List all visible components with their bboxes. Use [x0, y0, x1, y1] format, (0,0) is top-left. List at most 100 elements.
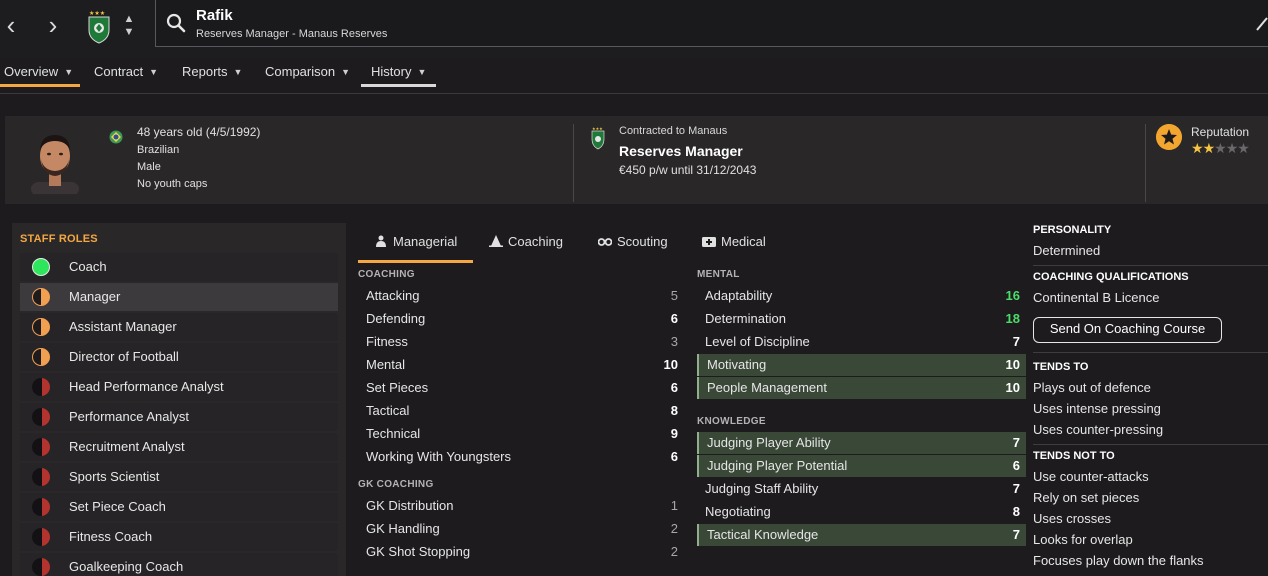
edit-pencil-icon[interactable]	[1254, 14, 1268, 32]
staff-role-row[interactable]: Recruitment Analyst	[20, 433, 338, 461]
person-nationality[interactable]: Brazilian	[137, 144, 179, 156]
attribute-value: 6	[1012, 458, 1020, 473]
personality-value: Determined	[1033, 243, 1101, 258]
staff-role-row[interactable]: Goalkeeping Coach	[20, 553, 338, 576]
attribute-name: Negotiating	[705, 504, 771, 519]
attribute-value: 7	[1012, 435, 1020, 450]
send-on-coaching-course-button[interactable]: Send On Coaching Course	[1033, 317, 1222, 343]
staff-role-row[interactable]: Fitness Coach	[20, 523, 338, 551]
club-crest-icon[interactable]: ★★★	[86, 8, 112, 44]
role-suitability-icon	[32, 318, 50, 336]
attribute-value: 3	[670, 334, 678, 349]
attr-tab-managerial[interactable]: Managerial	[374, 234, 457, 254]
person-search-box[interactable]: Rafik Reserves Manager - Manaus Reserves	[155, 0, 1268, 47]
forward-arrow-icon[interactable]: ›	[42, 12, 64, 40]
club-crest-small-icon[interactable]: ★★★	[591, 126, 605, 150]
attribute-row[interactable]: Attacking 5	[358, 285, 684, 307]
person-overview-panel: 48 years old (4/5/1992) Brazilian Male N…	[5, 116, 1268, 204]
staff-role-row[interactable]: Assistant Manager	[20, 313, 338, 341]
star-empty-icon: ★	[1237, 140, 1250, 156]
attribute-row[interactable]: Set Pieces 6	[358, 377, 684, 399]
attribute-row[interactable]: Motivating 10	[697, 354, 1026, 376]
attribute-row[interactable]: Judging Player Ability 7	[697, 432, 1026, 454]
attribute-row[interactable]: GK Handling 2	[358, 518, 684, 540]
staff-role-row[interactable]: Director of Football	[20, 343, 338, 371]
tends-to-title: TENDS TO	[1033, 361, 1089, 373]
search-icon	[166, 13, 186, 33]
attribute-name: Defending	[366, 311, 426, 326]
tab-contract[interactable]: Contract ▼	[94, 62, 158, 90]
staff-role-row[interactable]: Manager	[20, 283, 338, 311]
main-tabs: Overview ▼ Contract ▼ Reports ▼ Comparison ▼…	[0, 58, 1268, 94]
attr-tab-scouting[interactable]: Scouting	[598, 234, 668, 254]
attribute-value: 5	[670, 288, 678, 303]
divider	[1033, 265, 1268, 266]
staff-role-row[interactable]: Head Performance Analyst	[20, 373, 338, 401]
staff-role-row[interactable]: Performance Analyst	[20, 403, 338, 431]
staff-role-row[interactable]: Set Piece Coach	[20, 493, 338, 521]
attribute-value: 10	[1005, 357, 1020, 372]
attribute-value: 7	[1012, 481, 1020, 496]
chevron-down-icon: ▼	[341, 67, 351, 77]
attribute-name: GK Handling	[366, 521, 440, 536]
attribute-value: 8	[1012, 504, 1020, 519]
attribute-row[interactable]: Adaptability 16	[697, 285, 1026, 307]
attribute-row[interactable]: Technical 9	[358, 423, 684, 445]
attribute-row[interactable]: Defending 6	[358, 308, 684, 330]
staff-role-label: Sports Scientist	[69, 469, 160, 484]
role-suitability-icon	[32, 438, 50, 456]
star-filled-icon: ★	[1202, 140, 1216, 156]
previous-up-icon[interactable]: ▲	[123, 13, 135, 25]
attribute-row[interactable]: People Management 10	[697, 377, 1026, 399]
attribute-row[interactable]: Mental 10	[358, 354, 684, 376]
attribute-name: Mental	[366, 357, 406, 372]
staff-role-label: Goalkeeping Coach	[69, 559, 184, 574]
person-caps: No youth caps	[137, 178, 208, 190]
role-suitability-icon	[32, 408, 50, 426]
binoculars-icon	[598, 238, 612, 246]
attribute-value: 2	[670, 521, 678, 536]
attribute-name: Fitness	[366, 334, 408, 349]
attribute-value: 10	[663, 357, 678, 372]
attribute-row[interactable]: Determination 18	[697, 308, 1026, 330]
reputation-label: Reputation	[1191, 125, 1250, 139]
attribute-row[interactable]: Judging Staff Ability 7	[697, 478, 1026, 500]
attribute-row[interactable]: Level of Discipline 7	[697, 331, 1026, 353]
role-suitability-icon	[32, 348, 50, 366]
attribute-row[interactable]: Tactical Knowledge 7	[697, 524, 1026, 546]
staff-role-label: Performance Analyst	[69, 409, 189, 424]
medical-kit-icon	[702, 237, 716, 247]
attr-tab-medical[interactable]: Medical	[702, 234, 766, 254]
attribute-value: 18	[1005, 311, 1020, 326]
attribute-row[interactable]: Tactical 8	[358, 400, 684, 422]
star-empty-icon: ★	[1214, 140, 1227, 156]
person-portrait	[25, 126, 85, 194]
attribute-row[interactable]: GK Distribution 1	[358, 495, 684, 517]
role-suitability-icon	[32, 498, 50, 516]
back-arrow-icon[interactable]: ‹	[0, 12, 22, 40]
attribute-row[interactable]: Negotiating 8	[697, 501, 1026, 523]
tab-label: Contract	[94, 64, 144, 79]
next-down-icon[interactable]: ▼	[123, 26, 135, 38]
attribute-row[interactable]: Fitness 3	[358, 331, 684, 353]
attribute-value: 8	[670, 403, 678, 418]
attribute-name: Determination	[705, 311, 786, 326]
tab-comparison[interactable]: Comparison ▼	[265, 62, 350, 90]
attribute-row[interactable]: Working With Youngsters 6	[358, 446, 684, 468]
attr-tab-label: Medical	[721, 234, 766, 249]
brazil-flag-icon	[109, 130, 123, 144]
tab-reports[interactable]: Reports ▼	[182, 62, 242, 90]
staff-role-row[interactable]: Sports Scientist	[20, 463, 338, 491]
attribute-row[interactable]: Judging Player Potential 6	[697, 455, 1026, 477]
tendency-item: Uses counter-pressing	[1033, 422, 1164, 437]
person-age: 48 years old (4/5/1992)	[137, 125, 261, 139]
mental-section-title: MENTAL	[697, 269, 740, 280]
attribute-row[interactable]: GK Shot Stopping 2	[358, 541, 684, 563]
contract-club-label[interactable]: Contracted to Manaus	[619, 125, 727, 137]
tendency-item: Rely on set pieces	[1033, 490, 1140, 505]
attr-tab-coaching[interactable]: Coaching	[489, 234, 563, 254]
staff-role-row[interactable]: Coach	[20, 253, 338, 281]
staff-role-label: Director of Football	[69, 349, 179, 364]
qualifications-title: COACHING QUALIFICATIONS	[1033, 271, 1189, 283]
tab-label: History	[371, 64, 412, 79]
